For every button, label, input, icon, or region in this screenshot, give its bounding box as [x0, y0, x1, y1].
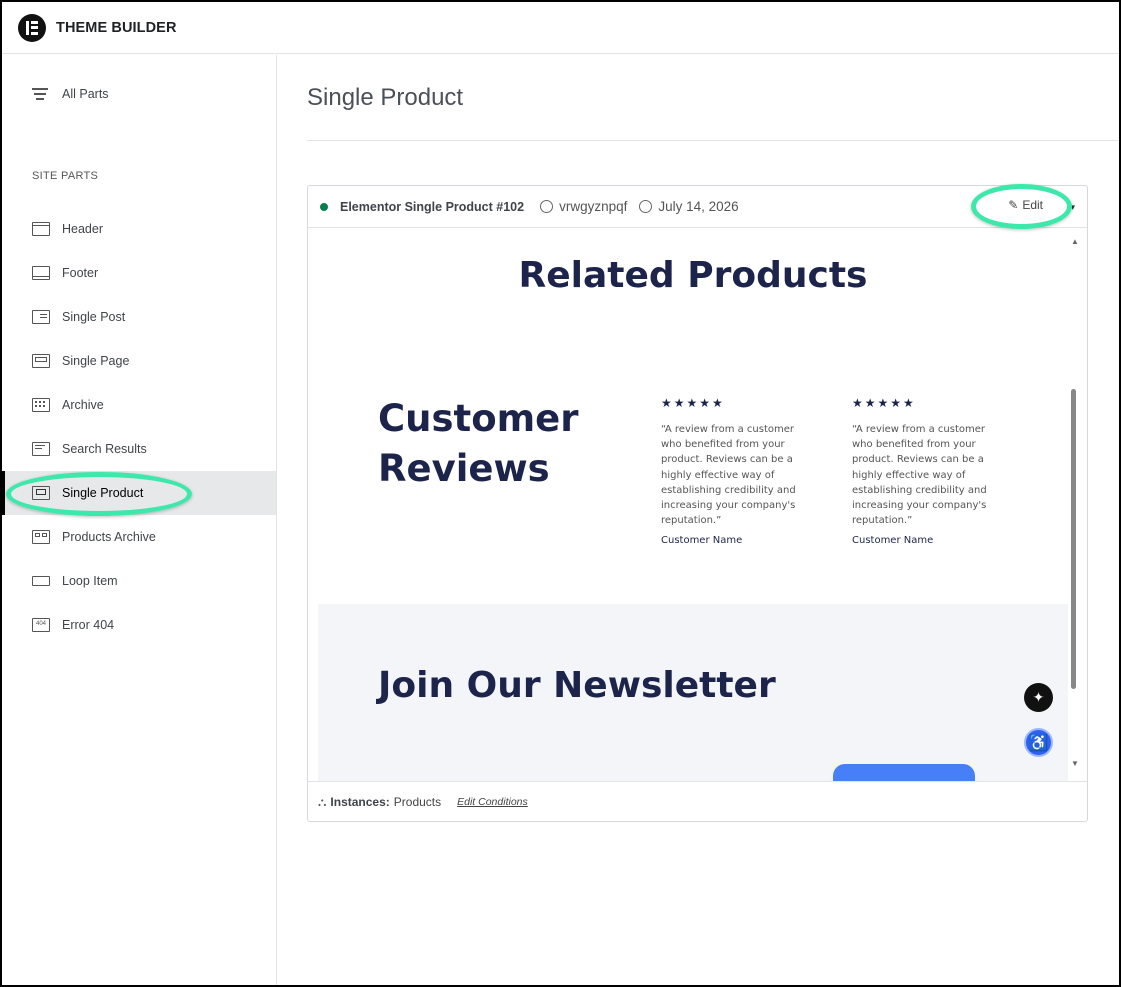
- site-parts-nav: Header Footer Single Post Single Page Ar…: [0, 207, 276, 647]
- sidebar-item-header[interactable]: Header: [2, 207, 276, 251]
- search-results-icon: [32, 442, 50, 456]
- status-dot-icon: [320, 202, 328, 211]
- sidebar: All Parts SITE PARTS Header Footer Singl…: [0, 55, 277, 985]
- sidebar-item-label: Single Page: [62, 354, 130, 368]
- review-quote: “A review from a customer who benefited …: [852, 424, 987, 527]
- sidebar-item-label: Search Results: [62, 442, 147, 456]
- filter-lines-icon: [32, 88, 48, 100]
- preview-customer-reviews-heading: Customer Reviews: [378, 394, 579, 494]
- loop-item-icon: [32, 576, 50, 586]
- sidebar-item-label: Loop Item: [62, 574, 118, 588]
- page-title: Single Product: [307, 84, 464, 111]
- card-header: Elementor Single Product #102 vrwgyznpqf…: [308, 186, 1087, 228]
- instances-value: Products: [393, 795, 442, 809]
- sidebar-item-label: Footer: [62, 266, 99, 280]
- template-card: Elementor Single Product #102 vrwgyznpqf…: [307, 185, 1088, 822]
- single-product-icon: [32, 486, 50, 500]
- sidebar-item-single-product[interactable]: Single Product: [0, 471, 276, 515]
- footer-icon: [32, 266, 50, 280]
- accessibility-icon[interactable]: ♿: [1024, 728, 1053, 757]
- star-rating: ★★★★★: [852, 396, 916, 410]
- sidebar-item-label: Single Product: [62, 486, 144, 500]
- single-post-icon: [32, 310, 50, 324]
- edit-label: Edit: [1022, 198, 1043, 212]
- date-meta: July 14, 2026: [639, 199, 739, 214]
- sidebar-item-label: Archive: [62, 398, 104, 412]
- header-icon: [32, 222, 50, 236]
- title-divider: [307, 140, 1119, 141]
- single-page-icon: [32, 354, 50, 368]
- newsletter-button: [833, 764, 975, 781]
- review-customer-name: Customer Name: [852, 535, 934, 547]
- sidebar-item-products-archive[interactable]: Products Archive: [2, 515, 276, 559]
- review-quote: “A review from a customer who benefited …: [661, 424, 796, 527]
- preview-scrollbar[interactable]: ▲ ▼: [1067, 229, 1081, 781]
- sidebar-item-search-results[interactable]: Search Results: [2, 427, 276, 471]
- sidebar-item-archive[interactable]: Archive: [2, 383, 276, 427]
- more-options-caret-icon[interactable]: ▾: [1070, 202, 1075, 213]
- edit-conditions-link[interactable]: Edit Conditions: [457, 796, 528, 808]
- archive-icon: [32, 398, 50, 412]
- reviews-heading-line2: Reviews: [378, 447, 550, 490]
- sidebar-item-footer[interactable]: Footer: [2, 251, 276, 295]
- review-card: ★★★★★ “A review from a customer who bene…: [852, 396, 1002, 546]
- instances-label: Instances:: [330, 795, 390, 809]
- edit-button[interactable]: ✎ Edit: [1008, 198, 1043, 212]
- sidebar-item-loop-item[interactable]: Loop Item: [2, 559, 276, 603]
- ai-assistant-icon[interactable]: ✦: [1024, 683, 1053, 712]
- preview-newsletter-heading: Join Our Newsletter: [378, 665, 776, 706]
- template-title: Elementor Single Product #102: [340, 199, 525, 214]
- preview-related-products-heading: Related Products: [518, 255, 868, 296]
- author-name: vrwgyznpqf: [559, 199, 628, 214]
- scrollbar-thumb[interactable]: [1071, 389, 1076, 689]
- sidebar-item-single-post[interactable]: Single Post: [2, 295, 276, 339]
- author-meta: vrwgyznpqf: [540, 199, 627, 214]
- template-preview[interactable]: Related Products Customer Reviews ★★★★★ …: [308, 229, 1087, 781]
- sidebar-item-error-404[interactable]: 404 Error 404: [2, 603, 276, 647]
- sidebar-item-label: Single Post: [62, 310, 126, 324]
- modified-date: July 14, 2026: [658, 199, 739, 214]
- star-rating: ★★★★★: [661, 396, 725, 410]
- scroll-down-arrow-icon[interactable]: ▼: [1071, 759, 1079, 768]
- clock-icon: [639, 200, 653, 213]
- site-parts-heading: SITE PARTS: [32, 170, 99, 182]
- reviews-heading-line1: Customer: [378, 397, 579, 440]
- all-parts-link[interactable]: All Parts: [32, 87, 109, 101]
- pencil-icon: ✎: [1008, 198, 1019, 212]
- app-title: THEME BUILDER: [56, 19, 177, 36]
- card-footer: ⛬ Instances: Products Edit Conditions: [308, 781, 1087, 821]
- products-archive-icon: [32, 530, 50, 544]
- error-404-icon: 404: [32, 618, 50, 632]
- scroll-up-arrow-icon[interactable]: ▲: [1071, 237, 1079, 246]
- sidebar-item-single-page[interactable]: Single Page: [2, 339, 276, 383]
- elementor-logo-icon: [18, 13, 46, 42]
- all-parts-label: All Parts: [62, 87, 109, 101]
- review-card: ★★★★★ “A review from a customer who bene…: [661, 396, 811, 546]
- sidebar-item-label: Header: [62, 222, 103, 236]
- review-customer-name: Customer Name: [661, 535, 743, 547]
- hierarchy-icon: ⛬: [318, 794, 327, 809]
- sidebar-item-label: Products Archive: [62, 530, 156, 544]
- sidebar-item-label: Error 404: [62, 618, 115, 632]
- user-circle-icon: [540, 200, 554, 213]
- top-bar: THEME BUILDER: [2, 2, 1119, 54]
